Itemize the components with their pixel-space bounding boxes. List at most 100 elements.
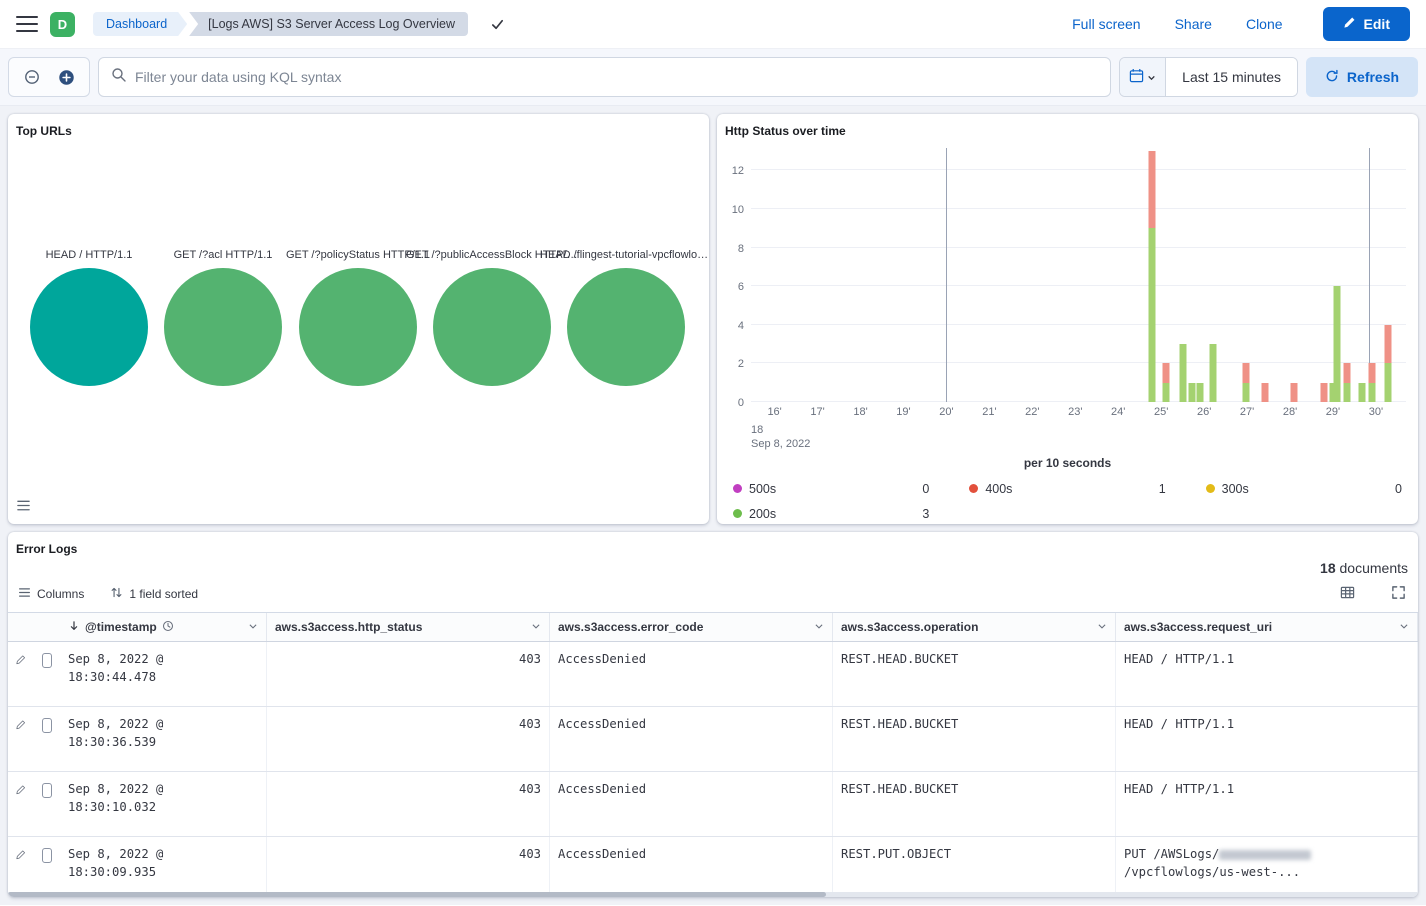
- kql-search-field[interactable]: [98, 57, 1111, 97]
- plus-in-circle-icon[interactable]: [49, 60, 84, 94]
- legend-item[interactable]: 400s1: [969, 482, 1165, 496]
- column-header-timestamp[interactable]: @timestamp: [60, 613, 267, 641]
- bar-stack[interactable]: [1320, 383, 1327, 402]
- minus-in-circle-icon[interactable]: [14, 60, 49, 94]
- space-avatar[interactable]: D: [50, 12, 75, 37]
- bar-segment-400s[interactable]: [1243, 363, 1250, 382]
- top-urls-chart[interactable]: HEAD / HTTP/1.1GET /?acl HTTP/1.1GET /?p…: [8, 138, 709, 520]
- bar-segment-200s[interactable]: [1196, 383, 1203, 402]
- share-button[interactable]: Share: [1175, 16, 1212, 32]
- cell-operation[interactable]: REST.HEAD.BUCKET: [833, 707, 1116, 771]
- table-row[interactable]: Sep 8, 2022 @ 18:30:09.935403AccessDenie…: [8, 837, 1418, 897]
- pie-slice[interactable]: [164, 268, 282, 386]
- fullscreen-grid-icon[interactable]: [1389, 583, 1408, 605]
- expand-row-icon[interactable]: [8, 642, 34, 706]
- sort-fields-button[interactable]: 1 field sorted: [110, 586, 198, 602]
- cell-operation[interactable]: REST.PUT.OBJECT: [833, 837, 1116, 897]
- bar-segment-400s[interactable]: [1343, 363, 1350, 382]
- bar-segment-200s[interactable]: [1359, 383, 1366, 402]
- cell-error-code[interactable]: AccessDenied: [550, 707, 833, 771]
- row-checkbox[interactable]: [42, 718, 52, 733]
- bar-stack[interactable]: [1262, 383, 1269, 402]
- bar-segment-400s[interactable]: [1163, 363, 1170, 382]
- column-header-error-code[interactable]: aws.s3access.error_code: [550, 613, 833, 641]
- row-checkbox[interactable]: [42, 848, 52, 863]
- bar-segment-200s[interactable]: [1243, 383, 1250, 402]
- bar-segment-400s[interactable]: [1148, 151, 1155, 228]
- cell-request-uri[interactable]: HEAD / HTTP/1.1: [1116, 772, 1418, 836]
- cell-timestamp[interactable]: Sep 8, 2022 @ 18:30:36.539: [60, 707, 267, 771]
- expand-row-icon[interactable]: [8, 707, 34, 771]
- http-status-chart[interactable]: [751, 148, 1406, 402]
- column-chevron-icon[interactable]: [248, 620, 258, 634]
- bar-segment-400s[interactable]: [1368, 363, 1375, 382]
- bar-segment-200s[interactable]: [1368, 383, 1375, 402]
- expand-row-icon[interactable]: [8, 772, 34, 836]
- expand-row-icon[interactable]: [8, 837, 34, 897]
- bar-stack[interactable]: [1163, 363, 1170, 402]
- scrollbar-thumb[interactable]: [8, 892, 826, 897]
- cell-request-uri[interactable]: PUT /AWSLogs//vpcflowlogs/us-west-...: [1116, 837, 1418, 897]
- bar-stack[interactable]: [1148, 151, 1155, 402]
- display-options-icon[interactable]: [1338, 583, 1357, 605]
- legend-item[interactable]: 300s0: [1206, 482, 1402, 496]
- pie-chart[interactable]: HEAD /flingest-tutorial-vpcflowlogs HTT: [567, 268, 685, 386]
- bar-segment-200s[interactable]: [1384, 363, 1391, 402]
- legend-item[interactable]: 200s3: [733, 507, 929, 521]
- bar-stack[interactable]: [1209, 344, 1216, 402]
- cell-request-uri[interactable]: HEAD / HTTP/1.1: [1116, 642, 1418, 706]
- cell-http-status[interactable]: 403: [267, 837, 550, 897]
- bar-segment-200s[interactable]: [1163, 383, 1170, 402]
- cell-http-status[interactable]: 403: [267, 642, 550, 706]
- bar-stack[interactable]: [1189, 383, 1196, 402]
- column-chevron-icon[interactable]: [814, 620, 824, 634]
- horizontal-scrollbar[interactable]: [8, 892, 1418, 897]
- calendar-button[interactable]: [1120, 58, 1166, 96]
- pie-chart[interactable]: HEAD / HTTP/1.1: [30, 268, 148, 386]
- cell-operation[interactable]: REST.HEAD.BUCKET: [833, 772, 1116, 836]
- cell-error-code[interactable]: AccessDenied: [550, 837, 833, 897]
- bar-segment-200s[interactable]: [1343, 383, 1350, 402]
- bar-segment-200s[interactable]: [1334, 286, 1341, 402]
- column-header-request-uri[interactable]: aws.s3access.request_uri: [1116, 613, 1418, 641]
- bar-segment-400s[interactable]: [1291, 383, 1298, 402]
- cell-request-uri[interactable]: HEAD / HTTP/1.1: [1116, 707, 1418, 771]
- pie-chart[interactable]: GET /?publicAccessBlock HTTP/1.1: [433, 268, 551, 386]
- cell-error-code[interactable]: AccessDenied: [550, 642, 833, 706]
- legend-toggle-icon[interactable]: [16, 498, 31, 516]
- column-header-http-status[interactable]: aws.s3access.http_status: [267, 613, 550, 641]
- bar-stack[interactable]: [1368, 363, 1375, 402]
- pie-slice[interactable]: [567, 268, 685, 386]
- table-row[interactable]: Sep 8, 2022 @ 18:30:44.478403AccessDenie…: [8, 642, 1418, 707]
- column-chevron-icon[interactable]: [531, 620, 541, 634]
- cell-http-status[interactable]: 403: [267, 772, 550, 836]
- search-input[interactable]: [135, 69, 1098, 85]
- bar-stack[interactable]: [1196, 383, 1203, 402]
- pie-slice[interactable]: [433, 268, 551, 386]
- clone-button[interactable]: Clone: [1246, 16, 1283, 32]
- bar-stack[interactable]: [1243, 363, 1250, 402]
- pie-chart[interactable]: GET /?policyStatus HTTP/1.1: [299, 268, 417, 386]
- bar-stack[interactable]: [1359, 383, 1366, 402]
- edit-button[interactable]: Edit: [1323, 7, 1410, 41]
- bar-segment-400s[interactable]: [1320, 383, 1327, 402]
- bar-segment-400s[interactable]: [1384, 325, 1391, 364]
- bar-stack[interactable]: [1291, 383, 1298, 402]
- full-screen-button[interactable]: Full screen: [1072, 16, 1140, 32]
- bar-segment-400s[interactable]: [1262, 383, 1269, 402]
- legend-item[interactable]: 500s0: [733, 482, 929, 496]
- time-range-button[interactable]: Last 15 minutes: [1166, 58, 1297, 96]
- cell-error-code[interactable]: AccessDenied: [550, 772, 833, 836]
- pie-slice[interactable]: [299, 268, 417, 386]
- refresh-button[interactable]: Refresh: [1306, 57, 1418, 97]
- bar-segment-200s[interactable]: [1148, 228, 1155, 402]
- bar-stack[interactable]: [1343, 363, 1350, 402]
- bar-stack[interactable]: [1384, 325, 1391, 402]
- bar-stack[interactable]: [1334, 286, 1341, 402]
- column-header-operation[interactable]: aws.s3access.operation: [833, 613, 1116, 641]
- cell-timestamp[interactable]: Sep 8, 2022 @ 18:30:44.478: [60, 642, 267, 706]
- hamburger-menu-icon[interactable]: [16, 15, 38, 33]
- cell-operation[interactable]: REST.HEAD.BUCKET: [833, 642, 1116, 706]
- cell-timestamp[interactable]: Sep 8, 2022 @ 18:30:09.935: [60, 837, 267, 897]
- row-checkbox[interactable]: [42, 653, 52, 668]
